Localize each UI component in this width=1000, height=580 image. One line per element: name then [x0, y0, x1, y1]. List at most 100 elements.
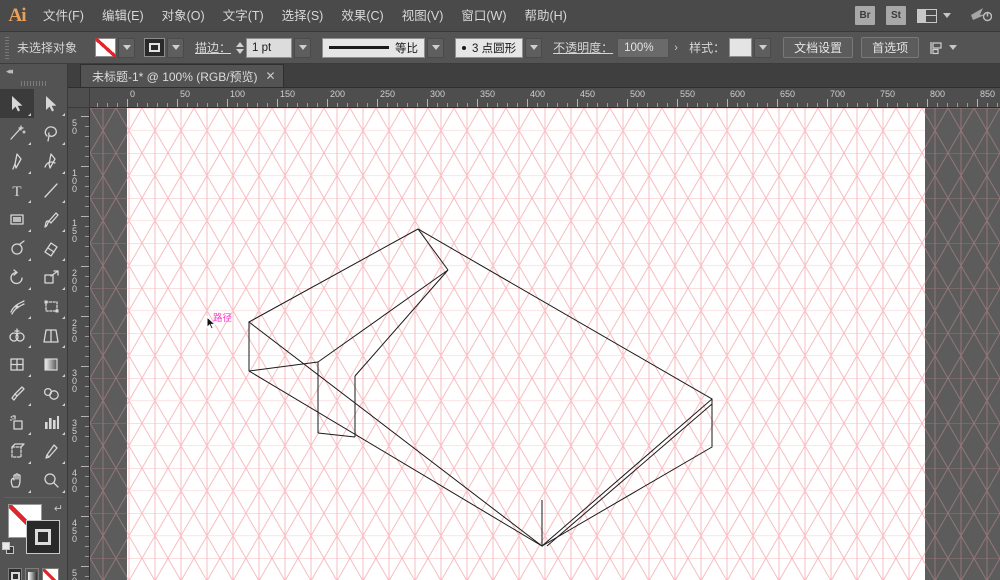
fill-color-control[interactable] [95, 38, 135, 58]
rotate-tool[interactable] [0, 263, 34, 292]
scale-icon [42, 268, 60, 287]
width-tool[interactable] [0, 292, 34, 321]
arrange-documents-button[interactable] [917, 9, 951, 23]
blend-tool[interactable] [34, 379, 68, 408]
mesh-tool[interactable] [0, 350, 34, 379]
menu-edit[interactable]: 编辑(E) [93, 0, 153, 32]
graphic-style-label: 样式： [689, 39, 725, 56]
zoom-tool[interactable] [34, 466, 68, 495]
tool-group-indicator-icon [62, 345, 65, 348]
column-graph-tool[interactable] [34, 408, 68, 437]
rectangle-tool[interactable] [0, 205, 34, 234]
line-segment-tool[interactable] [34, 176, 68, 205]
graphic-style-dropdown-button[interactable] [754, 38, 771, 58]
control-bar-grip[interactable] [4, 37, 11, 59]
shaper-tool[interactable] [0, 234, 34, 263]
fill-swatch-icon[interactable] [95, 38, 116, 57]
slice-tool[interactable] [34, 437, 68, 466]
stroke-dropdown-button[interactable] [167, 38, 184, 58]
stepper-down-icon[interactable] [236, 49, 244, 54]
ruler-label: 200 [330, 89, 345, 99]
eraser-tool[interactable] [34, 234, 68, 263]
stroke-color-control[interactable] [144, 38, 184, 58]
ruler-tick [81, 416, 89, 417]
artwork-path[interactable] [355, 270, 448, 376]
stroke-profile-label: 等比 [395, 40, 418, 56]
tools-panel-grip[interactable] [0, 78, 67, 89]
color-mode[interactable] [8, 568, 22, 580]
default-fill-stroke-icon[interactable] [2, 542, 15, 555]
ruler-tick [547, 103, 548, 107]
perspective-grid-tool[interactable] [34, 321, 68, 350]
ruler-tick [567, 103, 568, 107]
eyedropper-tool[interactable] [0, 379, 34, 408]
menu-effect[interactable]: 效果(C) [332, 0, 392, 32]
stepper-up-icon[interactable] [236, 42, 244, 47]
direct-selection-tool[interactable] [34, 89, 68, 118]
lasso-tool[interactable] [34, 118, 68, 147]
menu-view[interactable]: 视图(V) [393, 0, 453, 32]
canvas-area[interactable]: 路径 [90, 108, 1000, 580]
stroke-color-box[interactable] [26, 520, 60, 554]
gradient-tool[interactable] [34, 350, 68, 379]
curvature-tool[interactable] [34, 147, 68, 176]
selection-tool[interactable] [0, 89, 34, 118]
artwork-path[interactable] [318, 433, 355, 437]
bridge-button[interactable]: Br [855, 6, 875, 25]
stroke-profile-select[interactable]: 等比 [322, 38, 425, 58]
document-tab[interactable]: 未标题-1* @ 100% (RGB/预览) ✕ [80, 64, 284, 87]
artwork-path[interactable] [318, 270, 448, 362]
tools-panel-collapse-button[interactable]: ◂◂ [0, 64, 67, 78]
menu-file[interactable]: 文件(F) [34, 0, 93, 32]
graphic-style-swatch-icon[interactable] [729, 38, 752, 57]
symbol-sprayer-tool[interactable] [0, 408, 34, 437]
preferences-button[interactable]: 首选项 [861, 37, 919, 58]
artwork-isometric-box[interactable] [90, 108, 1000, 580]
close-icon[interactable]: ✕ [266, 70, 276, 82]
menu-type[interactable]: 文字(T) [214, 0, 273, 32]
stroke-weight-stepper[interactable] [236, 38, 244, 58]
hand-tool[interactable] [0, 466, 34, 495]
ruler-origin-corner[interactable] [68, 88, 90, 108]
menu-object[interactable]: 对象(O) [153, 0, 214, 32]
swap-fill-stroke-icon[interactable]: ↵ [54, 502, 63, 515]
free-transform-tool[interactable] [34, 292, 68, 321]
gradient-mode[interactable] [25, 568, 39, 580]
opacity-input[interactable]: 100% [617, 38, 669, 58]
artwork-path[interactable] [547, 404, 712, 546]
horizontal-ruler[interactable]: 0501001502002503003504004505005506006507… [90, 88, 1000, 108]
artwork-path[interactable] [418, 229, 448, 270]
none-mode[interactable] [42, 568, 59, 580]
pen-tool[interactable] [0, 147, 34, 176]
search-adobe-stock-icon[interactable] [970, 6, 992, 25]
stroke-swatch-icon[interactable] [144, 38, 165, 57]
brush-definition-select[interactable]: 3 点圆形 [455, 38, 523, 58]
shaper-icon [8, 239, 26, 258]
tool-group-indicator-icon [62, 316, 65, 319]
menu-select[interactable]: 选择(S) [273, 0, 333, 32]
artboard-tool[interactable] [0, 437, 34, 466]
type-tool[interactable]: T [0, 176, 34, 205]
stroke-weight-input[interactable]: 1 pt [246, 38, 292, 58]
shape-builder-tool[interactable] [0, 321, 34, 350]
stroke-profile-dropdown-button[interactable] [427, 38, 444, 58]
vertical-ruler[interactable]: 50100150200250300350400450500 [68, 108, 90, 580]
document-setup-button[interactable]: 文档设置 [783, 37, 853, 58]
fill-dropdown-button[interactable] [118, 38, 135, 58]
menu-help[interactable]: 帮助(H) [516, 0, 576, 32]
ruler-tick [467, 103, 468, 107]
paintbrush-tool[interactable] [34, 205, 68, 234]
align-options-button[interactable] [929, 41, 957, 55]
stroke-weight-dropdown-button[interactable] [294, 38, 311, 58]
opacity-label[interactable]: 不透明度： [553, 39, 613, 56]
ruler-tick [85, 336, 89, 337]
opacity-options-chevron-icon[interactable]: › [669, 38, 683, 58]
stroke-weight-label[interactable]: 描边： [195, 39, 231, 56]
stock-button[interactable]: St [886, 6, 906, 25]
scale-tool[interactable] [34, 263, 68, 292]
ruler-label: 250 [380, 89, 395, 99]
ruler-tick [387, 103, 388, 107]
magic-wand-tool[interactable] [0, 118, 34, 147]
menu-window[interactable]: 窗口(W) [452, 0, 515, 32]
brush-definition-dropdown-button[interactable] [525, 38, 542, 58]
